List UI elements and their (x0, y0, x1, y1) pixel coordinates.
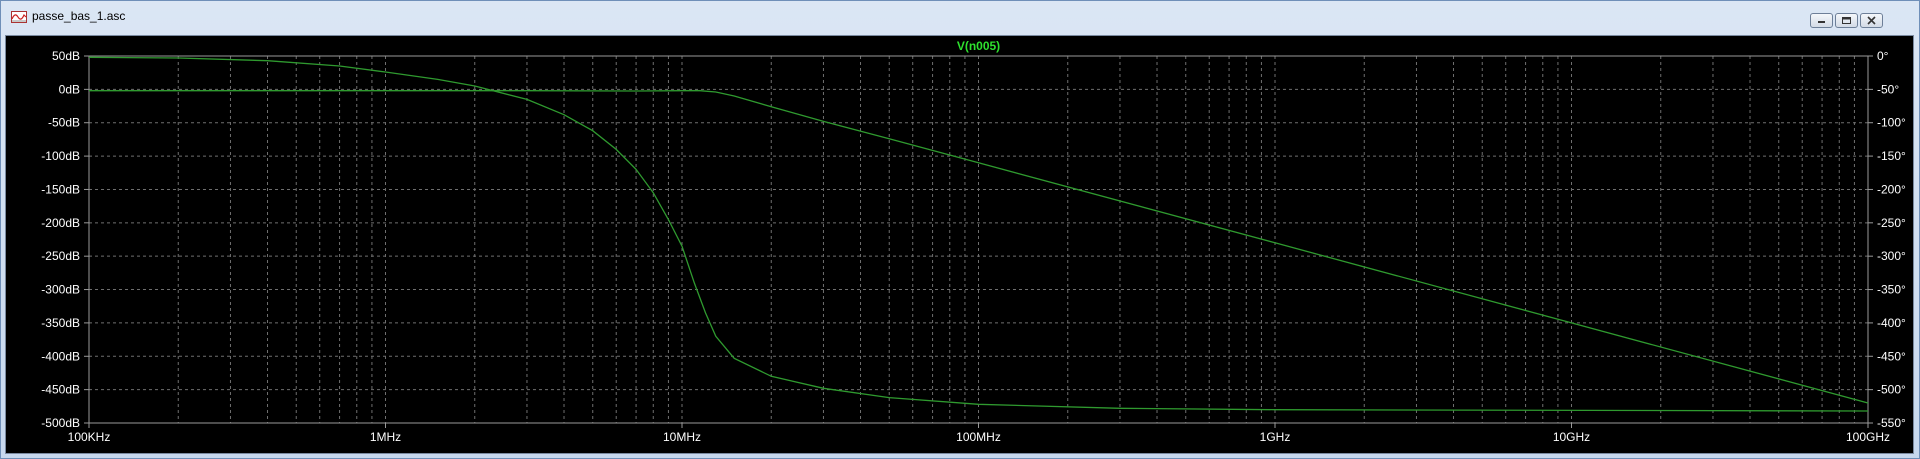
x-tick-label: 10MHz (663, 430, 701, 444)
right-tick-label: -300° (1877, 249, 1906, 263)
left-tick-label: 50dB (52, 49, 80, 63)
grid-lines (89, 56, 1868, 423)
bode-plot[interactable]: V(n005) 50dB 0dB -50dB -100dB -150dB -200dB -2… (6, 36, 1913, 453)
x-tick-label: 100GHz (1846, 430, 1890, 444)
right-tick-label: -250° (1877, 216, 1906, 230)
ltspice-waveform-icon (11, 10, 27, 23)
right-tick-label: -150° (1877, 149, 1906, 163)
x-tick-label: 1GHz (1260, 430, 1291, 444)
left-tick-label: -450dB (41, 383, 80, 397)
left-tick-label: 0dB (59, 82, 80, 96)
right-tick-label: -450° (1877, 349, 1906, 363)
maximize-icon (1842, 17, 1851, 24)
right-tick-label: -100° (1877, 116, 1906, 130)
x-tick-label: 10GHz (1553, 430, 1590, 444)
minimize-button[interactable] (1810, 13, 1833, 28)
left-tick-label: -200dB (41, 216, 80, 230)
right-tick-label: -350° (1877, 283, 1906, 297)
left-tick-label: -50dB (48, 116, 80, 130)
close-button[interactable] (1860, 13, 1883, 28)
left-tick-label: -100dB (41, 149, 80, 163)
left-tick-label: -350dB (41, 316, 80, 330)
minimize-icon (1818, 21, 1825, 23)
right-tick-label: 0° (1877, 49, 1889, 63)
window-title: passe_bas_1.asc (32, 9, 126, 23)
left-tick-label: -250dB (41, 249, 80, 263)
left-tick-label: -500dB (41, 416, 80, 430)
title-bar[interactable]: passe_bas_1.asc (1, 1, 1919, 31)
plot-area[interactable]: V(n005) 50dB 0dB -50dB -100dB -150dB -200dB -2… (5, 35, 1914, 454)
close-icon (1867, 16, 1876, 25)
x-tick-label: 100KHz (68, 430, 111, 444)
x-tick-label: 1MHz (370, 430, 401, 444)
right-tick-label: -50° (1877, 82, 1899, 96)
x-tick-label: 100MHz (956, 430, 1001, 444)
left-tick-label: -300dB (41, 283, 80, 297)
right-tick-label: -400° (1877, 316, 1906, 330)
trace-title[interactable]: V(n005) (957, 39, 1000, 53)
left-tick-label: -150dB (41, 182, 80, 196)
right-tick-label: -200° (1877, 182, 1906, 196)
right-tick-label: -550° (1877, 416, 1906, 430)
tick-labels: 50dB 0dB -50dB -100dB -150dB -200dB -250dB -300… (41, 49, 1906, 444)
right-tick-label: -500° (1877, 383, 1906, 397)
left-tick-label: -400dB (41, 349, 80, 363)
maximize-button[interactable] (1835, 13, 1858, 28)
waveform-window: passe_bas_1.asc V(n005) 50dB 0dB -50dB -100… (0, 0, 1920, 459)
